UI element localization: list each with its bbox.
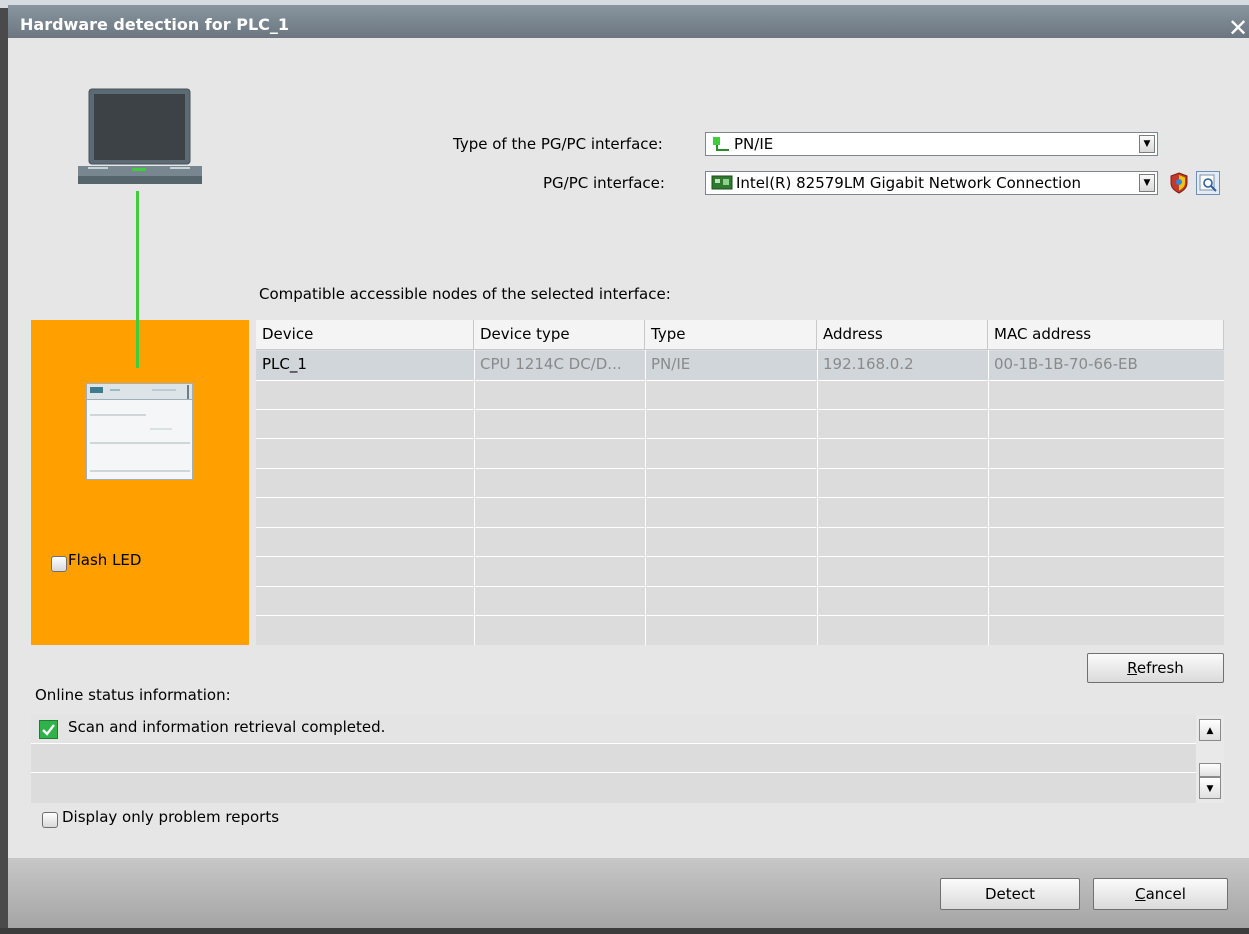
column-divider — [474, 350, 475, 645]
target-device-panel — [31, 320, 249, 645]
refresh-button[interactable]: Refresh — [1087, 653, 1224, 683]
nodes-table: Device Device type Type Address MAC addr… — [256, 320, 1224, 645]
window-title: Hardware detection for PLC_1 — [20, 15, 290, 34]
row-divider — [256, 497, 1224, 498]
interface-type-value: PN/IE — [734, 135, 774, 153]
nodes-heading: Compatible accessible nodes of the selec… — [259, 285, 671, 303]
status-message: Scan and information retrieval completed… — [68, 718, 386, 736]
column-divider — [817, 350, 818, 645]
chevron-down-icon[interactable]: ▼ — [1139, 174, 1155, 192]
row-divider — [256, 438, 1224, 439]
interface-type-select[interactable]: PN/IE ▼ — [705, 132, 1158, 156]
row-divider — [256, 380, 1224, 381]
checkmark-icon — [39, 720, 58, 739]
cell-device-type: CPU 1214C DC/D... — [480, 355, 622, 373]
column-divider — [988, 350, 989, 645]
shield-icon[interactable] — [1169, 172, 1189, 194]
connection-line — [136, 191, 139, 368]
column-header-device-type[interactable]: Device type — [474, 320, 645, 350]
pgpc-interface-select[interactable]: Intel(R) 82579LM Gigabit Network Connect… — [705, 171, 1158, 195]
laptop-icon — [78, 88, 202, 184]
window-bottom-edge — [0, 928, 1249, 934]
row-divider — [256, 468, 1224, 469]
network-card-icon — [711, 175, 733, 190]
cancel-label: ancel — [1145, 885, 1186, 903]
row-divider — [256, 409, 1224, 410]
plc-module-icon — [86, 383, 193, 480]
cell-address: 192.168.0.2 — [823, 355, 914, 373]
cell-device: PLC_1 — [262, 355, 307, 373]
title-bar: Hardware detection for PLC_1 ✕ — [8, 5, 1249, 41]
refresh-label: efresh — [1136, 659, 1184, 677]
column-header-device[interactable]: Device — [256, 320, 474, 350]
detect-button[interactable]: Detect — [940, 878, 1080, 910]
magnifier-icon — [1199, 174, 1217, 192]
problem-reports-checkbox[interactable] — [42, 812, 58, 828]
list-item: Scan and information retrieval completed… — [31, 715, 1196, 744]
scroll-up-button[interactable]: ▲ — [1199, 719, 1221, 741]
cell-type: PN/IE — [651, 355, 691, 373]
list-item — [31, 744, 1196, 773]
row-divider — [256, 586, 1224, 587]
status-scrollbar[interactable]: ▲ ▼ — [1196, 715, 1224, 803]
row-divider — [256, 615, 1224, 616]
scroll-thumb[interactable] — [1199, 763, 1221, 777]
network-plug-icon — [713, 137, 729, 151]
column-header-type[interactable]: Type — [645, 320, 817, 350]
scroll-down-button[interactable]: ▼ — [1199, 777, 1221, 799]
table-row[interactable]: PLC_1 CPU 1214C DC/D... PN/IE 192.168.0.… — [256, 351, 1224, 380]
cancel-accel: C — [1135, 885, 1146, 903]
row-divider — [256, 556, 1224, 557]
flash-led-checkbox[interactable] — [51, 556, 67, 572]
problem-reports-label: Display only problem reports — [62, 808, 280, 826]
column-header-address[interactable]: Address — [817, 320, 988, 350]
flash-led-label: Flash LED — [68, 551, 142, 569]
refresh-accel: R — [1127, 659, 1137, 677]
cell-mac-address: 00-1B-1B-70-66-EB — [994, 355, 1138, 373]
column-header-mac-address[interactable]: MAC address — [988, 320, 1224, 350]
chevron-down-icon[interactable]: ▼ — [1139, 135, 1155, 153]
status-heading: Online status information: — [35, 686, 231, 704]
interface-type-label: Type of the PG/PC interface: — [453, 135, 663, 153]
cancel-button[interactable]: Cancel — [1093, 878, 1228, 910]
pgpc-interface-value: Intel(R) 82579LM Gigabit Network Connect… — [736, 174, 1081, 192]
column-divider — [645, 350, 646, 645]
pgpc-interface-label: PG/PC interface: — [543, 174, 665, 192]
status-list: Scan and information retrieval completed… — [31, 715, 1224, 803]
row-divider — [256, 527, 1224, 528]
search-nodes-button[interactable] — [1196, 171, 1220, 195]
